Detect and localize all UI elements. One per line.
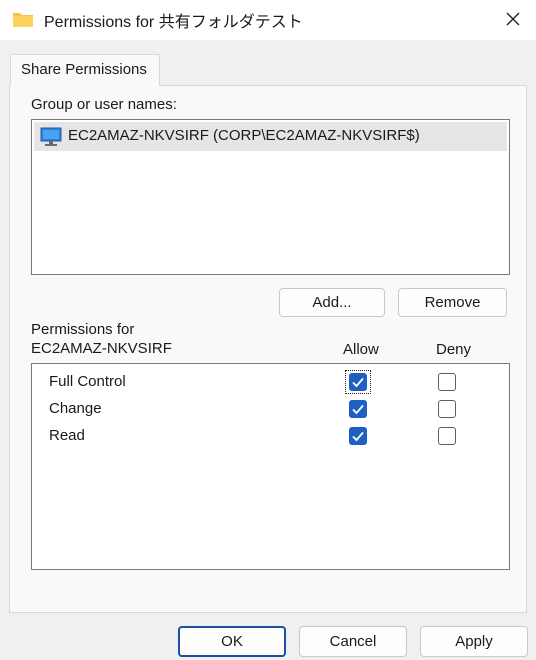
group-user-listbox[interactable]: EC2AMAZ-NKVSIRF (CORP\EC2AMAZ-NKVSIRF$) (31, 119, 510, 275)
tab-share-permissions[interactable]: Share Permissions (10, 54, 160, 86)
list-item[interactable]: EC2AMAZ-NKVSIRF (CORP\EC2AMAZ-NKVSIRF$) (34, 122, 507, 151)
folder-icon (13, 13, 33, 27)
add-button[interactable]: Add... (279, 288, 385, 317)
checkmark-icon (352, 404, 364, 415)
permissions-for-label: Permissions for (31, 321, 135, 338)
checkmark-icon (352, 431, 364, 442)
deny-checkbox-full-control[interactable] (438, 373, 456, 391)
ok-button[interactable]: OK (178, 626, 286, 657)
list-item-label: EC2AMAZ-NKVSIRF (CORP\EC2AMAZ-NKVSIRF$) (68, 127, 420, 144)
deny-checkbox-read[interactable] (438, 427, 456, 445)
permission-name-change: Change (49, 400, 102, 417)
allow-column-header: Allow (343, 341, 379, 358)
checkmark-icon (352, 377, 364, 388)
deny-checkbox-change[interactable] (438, 400, 456, 418)
allow-checkbox-read[interactable] (349, 427, 367, 445)
permission-name-read: Read (49, 427, 85, 444)
permissions-principal-label: EC2AMAZ-NKVSIRF (31, 340, 172, 357)
window-title: Permissions for 共有フォルダテスト (44, 14, 303, 31)
allow-checkbox-full-control[interactable] (349, 373, 367, 391)
computer-icon (40, 127, 62, 146)
tab-label: Share Permissions (21, 61, 147, 78)
close-button[interactable] (490, 0, 536, 38)
cancel-button[interactable]: Cancel (299, 626, 407, 657)
title-bar: Permissions for 共有フォルダテスト (0, 0, 536, 40)
remove-button[interactable]: Remove (398, 288, 507, 317)
apply-button[interactable]: Apply (420, 626, 528, 657)
permission-name-full-control: Full Control (49, 373, 126, 390)
deny-column-header: Deny (436, 341, 472, 358)
close-icon (506, 12, 520, 26)
group-names-label: Group or user names: (31, 96, 177, 113)
allow-checkbox-change[interactable] (349, 400, 367, 418)
permissions-list: Full Control Change Read (31, 363, 510, 570)
